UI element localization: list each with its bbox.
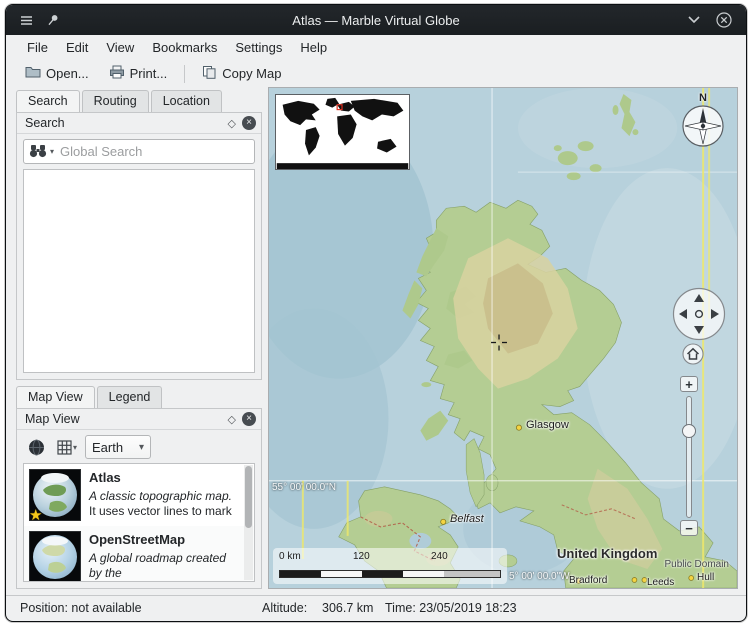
toolbar: Open... Print... Copy Map: [6, 60, 746, 87]
scale-bar: 0 km 120 240: [273, 548, 507, 584]
menu-edit[interactable]: Edit: [57, 37, 97, 58]
dock-close-icon[interactable]: ×: [242, 116, 256, 130]
compass-north-label: N: [679, 92, 727, 104]
theme-name: Atlas: [89, 470, 232, 487]
city-label-hull: Hull: [697, 572, 714, 583]
folder-icon: [25, 65, 41, 82]
tab-search[interactable]: Search: [16, 90, 80, 112]
menu-settings[interactable]: Settings: [226, 37, 291, 58]
tab-location[interactable]: Location: [151, 90, 222, 112]
search-dropdown-icon[interactable]: ▾: [50, 147, 54, 156]
map-canvas[interactable]: N: [268, 87, 738, 589]
app-menu-icon[interactable]: [18, 12, 34, 28]
city-label-leeds: Leeds: [647, 577, 674, 588]
dock-float-icon[interactable]: ◇: [228, 413, 236, 426]
tab-legend[interactable]: Legend: [97, 386, 163, 408]
chevron-down-icon: ▾: [139, 442, 144, 453]
statusbar: Position: not available Altitude: 306.7 …: [6, 595, 746, 621]
projection-globe-icon[interactable]: [23, 435, 49, 459]
theme-item-atlas[interactable]: ★ Atlas A classic topographic map. It us…: [24, 464, 254, 526]
status-altitude-label: Altitude:: [262, 601, 307, 615]
latitude-label: 55° 00' 00.0"N: [272, 482, 336, 493]
search-dock-header: Search ◇ ×: [17, 113, 261, 134]
minimize-button[interactable]: [686, 12, 702, 28]
printer-icon: [109, 65, 125, 82]
country-label: United Kingdom: [557, 546, 657, 561]
top-tabbar: Search Routing Location: [16, 90, 262, 112]
theme-list-scrollbar[interactable]: [244, 465, 253, 580]
planet-select[interactable]: Earth ▾: [85, 435, 151, 459]
pin-icon[interactable]: [44, 12, 60, 28]
status-time: Time: 23/05/2019 18:23: [385, 601, 517, 615]
theme-desc: OpenStreetMap (OSM) project.: [89, 581, 240, 582]
copy-icon: [202, 65, 217, 82]
search-dock: Search ◇ × ▾: [16, 112, 262, 380]
zoom-slider-track[interactable]: [686, 396, 692, 518]
theme-desc: It uses vector lines to mark: [89, 504, 232, 519]
atlas-thumbnail: ★: [29, 469, 81, 521]
pan-control[interactable]: [672, 287, 726, 341]
titlebar[interactable]: Atlas — Marble Virtual Globe: [6, 5, 746, 35]
theme-desc: A classic topographic map.: [89, 489, 232, 504]
map-view-dock: Map View ◇ × ▾ Earth: [16, 408, 262, 589]
zoom-slider-handle[interactable]: [682, 424, 696, 438]
search-dock-title: Search: [25, 116, 65, 130]
scale-mid: 120: [353, 551, 370, 562]
window-title: Atlas — Marble Virtual Globe: [6, 13, 746, 28]
longitude-label: 5° 00' 00.0"W: [509, 571, 570, 582]
scale-end: 240: [431, 551, 448, 562]
tab-map-view[interactable]: Map View: [16, 386, 95, 408]
main-content: Search Routing Location Search ◇ × ▾: [6, 87, 746, 595]
city-label-glasgow: Glasgow: [526, 419, 569, 431]
print-button[interactable]: Print...: [100, 63, 177, 84]
binoculars-icon[interactable]: ▾: [29, 144, 54, 159]
theme-name: OpenStreetMap: [89, 532, 240, 549]
status-altitude-value: 306.7 km: [322, 601, 373, 615]
openstreetmap-thumbnail: [29, 531, 81, 582]
dock-close-icon[interactable]: ×: [242, 412, 256, 426]
left-panel: Search Routing Location Search ◇ × ▾: [16, 87, 262, 589]
home-button[interactable]: [682, 343, 704, 365]
menu-help[interactable]: Help: [291, 37, 336, 58]
copy-map-button[interactable]: Copy Map: [193, 63, 290, 84]
map-view-dock-title: Map View: [25, 412, 80, 426]
city-label-bradford: Bradford: [569, 575, 607, 586]
menubar: File Edit View Bookmarks Settings Help: [6, 35, 746, 60]
tile-grid-icon[interactable]: ▾: [54, 435, 80, 459]
zoom-out-button[interactable]: −: [680, 520, 698, 536]
open-button[interactable]: Open...: [16, 63, 98, 84]
search-input[interactable]: [23, 139, 255, 164]
bottom-tabbar: Map View Legend: [16, 386, 262, 408]
search-results-list[interactable]: [23, 169, 255, 373]
scale-zero: 0 km: [279, 551, 301, 562]
favorite-star-icon: ★: [29, 506, 42, 524]
chevron-down-icon: ▾: [73, 443, 77, 452]
tab-routing[interactable]: Routing: [82, 90, 149, 112]
city-label-belfast: Belfast: [450, 513, 484, 525]
map-theme-list: ★ Atlas A classic topographic map. It us…: [23, 463, 255, 582]
overview-map[interactable]: [275, 94, 410, 170]
status-position: Position: not available: [20, 601, 142, 615]
map-view-dock-header: Map View ◇ ×: [17, 409, 261, 430]
theme-item-openstreetmap[interactable]: OpenStreetMap A global roadmap created b…: [24, 526, 254, 582]
menu-view[interactable]: View: [97, 37, 143, 58]
attribution-label: Public Domain: [665, 559, 729, 570]
dock-float-icon[interactable]: ◇: [228, 117, 236, 130]
menu-bookmarks[interactable]: Bookmarks: [143, 37, 226, 58]
zoom-in-button[interactable]: +: [680, 376, 698, 392]
app-window: Atlas — Marble Virtual Globe File Edit V…: [5, 4, 747, 622]
toolbar-separator: [184, 65, 185, 83]
compass-rose[interactable]: N: [679, 92, 727, 153]
close-button[interactable]: [716, 12, 732, 28]
menu-file[interactable]: File: [18, 37, 57, 58]
theme-desc: A global roadmap created by the: [89, 551, 240, 582]
